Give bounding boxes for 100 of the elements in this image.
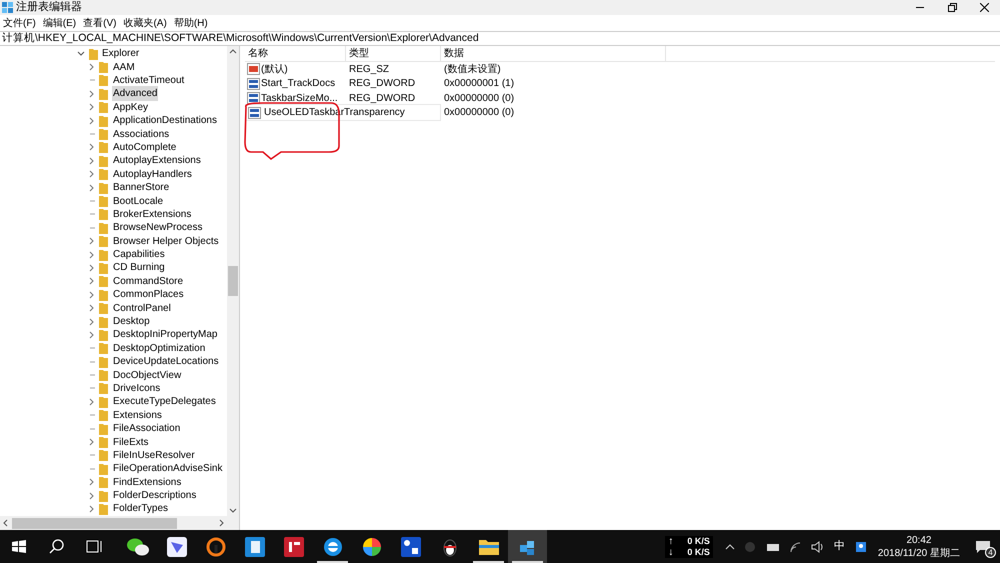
chevron-right-icon[interactable] xyxy=(89,318,95,326)
tree-item[interactable]: BannerStore xyxy=(112,180,170,196)
chevron-right-icon[interactable] xyxy=(89,103,95,112)
tree-item[interactable]: ActivateTimeout xyxy=(112,72,186,88)
tree-item[interactable]: DriveIcons xyxy=(112,380,162,396)
tree-item[interactable]: AppKey xyxy=(112,100,150,115)
chevron-right-icon[interactable] xyxy=(89,264,95,272)
chevron-down-icon[interactable] xyxy=(77,50,85,57)
tree-item[interactable]: DesktopOptimization xyxy=(112,340,206,356)
address-bar[interactable]: 计算机\HKEY_LOCAL_MACHINE\SOFTWARE\Microsoft\Windows\CurrentVersion\Explorer\Advanced xyxy=(0,31,1000,46)
folder-icon xyxy=(99,275,108,288)
tree-item[interactable]: Advanced xyxy=(112,86,158,102)
menu-item[interactable]: 查看(V) xyxy=(83,16,116,30)
tree-item[interactable]: FileAssociation xyxy=(112,421,182,436)
chevron-right-icon[interactable] xyxy=(89,492,95,500)
tree-item[interactable]: Associations xyxy=(112,126,170,142)
chevron-right-icon[interactable] xyxy=(89,237,95,246)
chevron-right-icon[interactable] xyxy=(89,304,95,312)
taskbar-app[interactable] xyxy=(508,530,547,563)
tree-item[interactable]: FileInUseResolver xyxy=(112,448,196,463)
folder-icon xyxy=(99,342,108,354)
value-type: REG_DWORD xyxy=(348,77,416,92)
tree-item[interactable]: ControlPanel xyxy=(112,300,172,316)
menu-item[interactable]: 文件(F) xyxy=(3,16,36,30)
notification-button[interactable]: 4 xyxy=(966,530,1000,563)
tree-item[interactable]: DesktopIniPropertyMap xyxy=(112,327,218,342)
value-name[interactable]: TaskbarSizeMo... xyxy=(261,90,338,106)
chevron-right-icon[interactable] xyxy=(89,184,95,192)
tree-item[interactable]: FindExtensions xyxy=(112,474,182,490)
column-header[interactable]: 数据 xyxy=(441,46,666,61)
folder-icon xyxy=(99,449,108,462)
tree-item[interactable]: ApplicationDestinations xyxy=(112,113,218,128)
tree-item[interactable]: FileExts xyxy=(112,434,150,450)
chevron-right-icon[interactable] xyxy=(89,156,95,165)
tree-item[interactable]: BrokerExtensions xyxy=(112,206,192,222)
value-name[interactable]: (默认) xyxy=(261,62,288,77)
vertical-scrollbar[interactable] xyxy=(227,46,239,516)
tree-item[interactable]: AutoplayExtensions xyxy=(112,153,202,168)
tree-item[interactable]: DeviceUpdateLocations xyxy=(112,354,220,370)
chevron-right-icon[interactable] xyxy=(89,290,95,299)
folder-icon xyxy=(99,88,108,100)
chevron-right-icon[interactable] xyxy=(89,170,95,178)
tree-item[interactable]: Explorer xyxy=(102,46,140,62)
menu-item[interactable]: 编辑(E) xyxy=(42,16,76,30)
tree-item[interactable]: AAM xyxy=(112,60,136,75)
tree-item[interactable]: Browser Helper Objects xyxy=(112,234,220,249)
chevron-right-icon[interactable] xyxy=(89,90,95,98)
tree-item[interactable]: FolderTypes xyxy=(112,501,170,516)
chevron-right-icon[interactable] xyxy=(89,116,95,125)
chevron-right-icon[interactable] xyxy=(89,438,95,446)
menu-item[interactable]: 收藏夹(A) xyxy=(123,16,167,30)
tree-item[interactable]: DocObjectView xyxy=(112,368,182,383)
chevron-right-icon[interactable] xyxy=(89,277,95,286)
chevron-right-icon[interactable] xyxy=(89,478,95,486)
grid-app-icon xyxy=(244,536,264,556)
app-icon xyxy=(2,2,13,13)
scroll-thumb[interactable] xyxy=(12,518,177,528)
chevron-right-icon[interactable] xyxy=(89,398,95,406)
tree-item[interactable]: BootLocale xyxy=(112,194,164,208)
keyhole-ring-icon xyxy=(206,536,226,556)
string-value-icon xyxy=(247,63,260,76)
folder-icon xyxy=(99,462,108,475)
tree-item[interactable]: FileOperationAdviseSink xyxy=(112,461,224,476)
folder-icon xyxy=(99,422,108,435)
bird-icon xyxy=(166,536,186,556)
chevron-right-icon[interactable] xyxy=(89,143,95,152)
folder-icon xyxy=(99,316,108,328)
column-header[interactable]: 类型 xyxy=(346,46,441,61)
column-header[interactable]: 名称 xyxy=(245,46,346,61)
binary-value-icon xyxy=(247,78,260,90)
chevron-right-icon[interactable] xyxy=(89,504,95,513)
clock-date[interactable]: 2018/11/20 星期二 xyxy=(878,546,960,560)
scroll-thumb[interactable] xyxy=(228,266,238,296)
chevron-right-icon[interactable] xyxy=(89,330,95,339)
folder-icon xyxy=(99,369,108,382)
value-data: 0x00000000 (0) xyxy=(443,106,516,120)
folder-icon xyxy=(99,168,108,180)
tree-item[interactable]: Desktop xyxy=(112,314,151,330)
chevron-right-icon[interactable] xyxy=(89,63,95,72)
tree-item[interactable]: BrowseNewProcess xyxy=(112,220,204,236)
tree-item[interactable]: Capabilities xyxy=(112,247,166,262)
tree-item[interactable]: ExecuteTypeDelegates xyxy=(112,394,217,410)
menu-item[interactable]: 帮助(H) xyxy=(174,16,208,30)
tree-item[interactable]: FolderDescriptions xyxy=(112,488,198,504)
clock-time[interactable]: 20:42 xyxy=(906,534,932,546)
upload-speed: 0 K/S xyxy=(687,536,710,546)
tree-item[interactable]: CommonPlaces xyxy=(112,287,185,302)
penguin-icon xyxy=(442,536,458,556)
tree-item[interactable]: Extensions xyxy=(112,408,163,423)
restore-icon xyxy=(948,3,956,12)
folder-icon xyxy=(99,154,108,167)
tree-item[interactable]: CommandStore xyxy=(112,274,184,289)
horizontal-scrollbar[interactable] xyxy=(0,516,239,530)
browser-icon xyxy=(322,536,342,556)
tree-item[interactable]: AutoComplete xyxy=(112,140,178,155)
value-name[interactable]: Start_TrackDocs xyxy=(261,76,336,92)
tree-item[interactable]: AutoplayHandlers xyxy=(112,166,193,182)
tree-item[interactable]: CD Burning xyxy=(112,260,166,276)
chevron-right-icon[interactable] xyxy=(89,250,95,259)
input-method-indicator[interactable]: 中 xyxy=(828,538,850,555)
